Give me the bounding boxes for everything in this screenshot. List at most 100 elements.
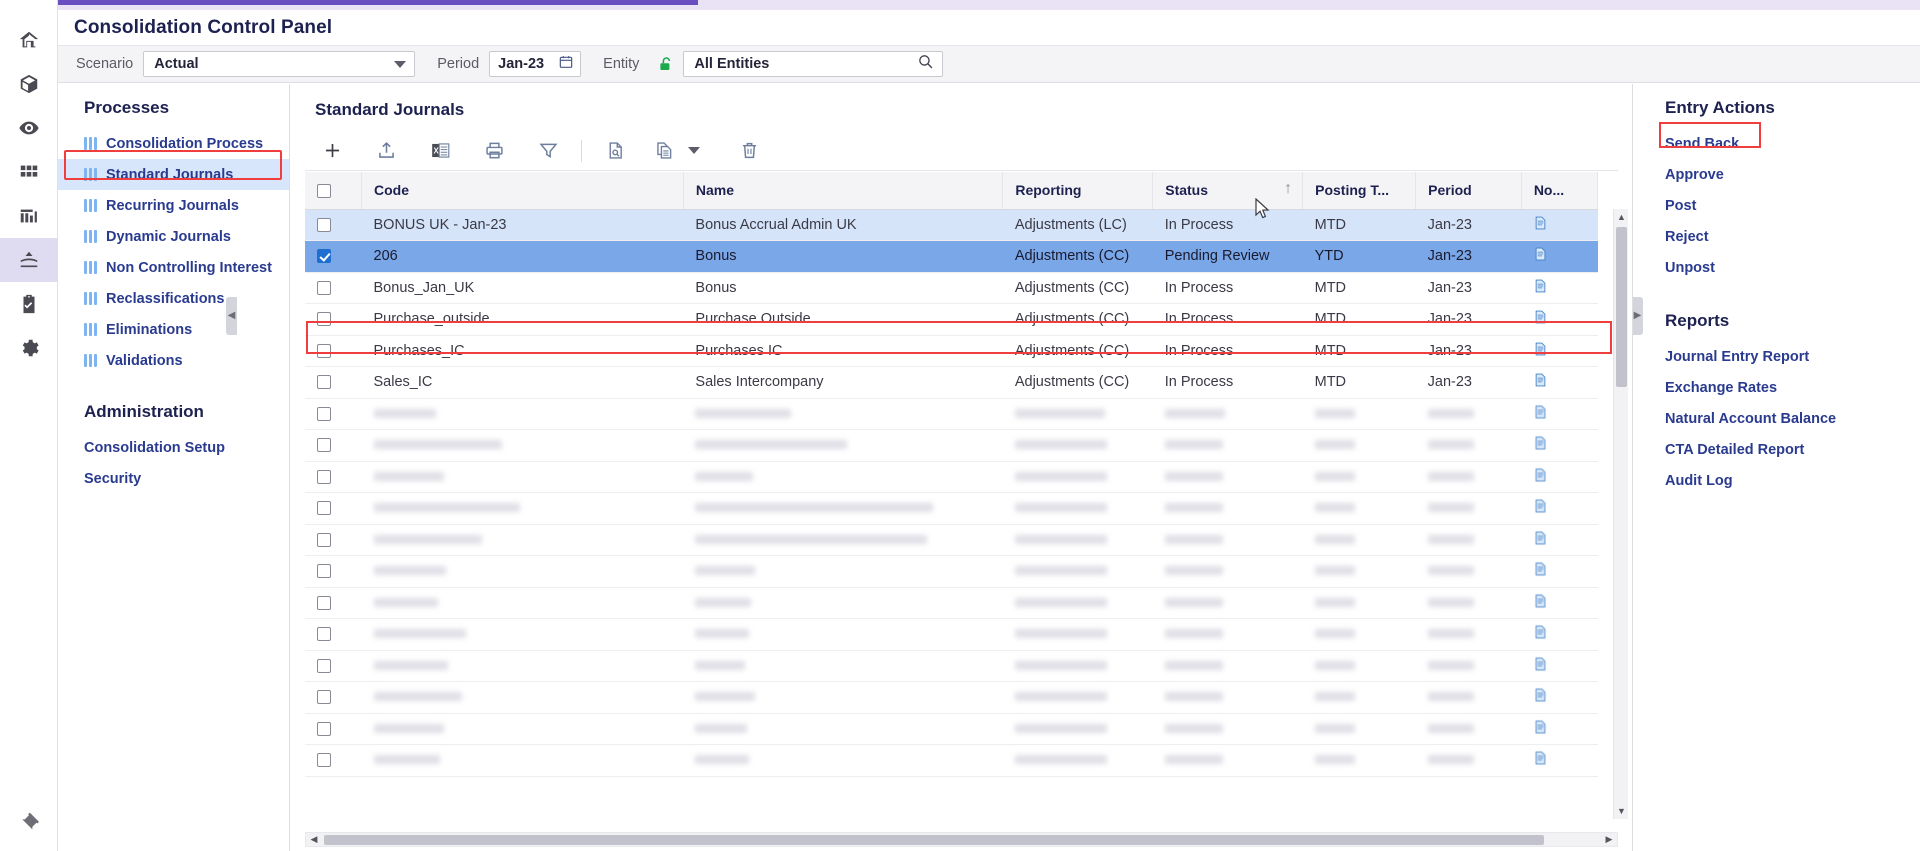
row-checkbox[interactable] xyxy=(317,217,331,232)
period-input[interactable]: Jan-23 xyxy=(489,51,582,77)
table-row[interactable] xyxy=(305,429,1598,462)
grid-horizontal-scrollbar[interactable]: ◀ ▶ xyxy=(305,832,1618,847)
print-button[interactable] xyxy=(467,131,521,171)
column-header-notes[interactable]: No... xyxy=(1521,172,1599,210)
row-checkbox[interactable] xyxy=(317,249,331,264)
entry-action-send-back[interactable]: Send Back xyxy=(1643,128,1920,159)
table-row[interactable] xyxy=(305,461,1598,493)
sidebar-item-validations[interactable]: Validations xyxy=(58,345,289,376)
unlock-icon[interactable] xyxy=(657,55,675,73)
clipboard-check-icon[interactable] xyxy=(0,282,58,326)
row-checkbox[interactable] xyxy=(317,406,331,421)
table-row[interactable] xyxy=(305,713,1598,745)
note-document-icon[interactable] xyxy=(1533,404,1548,424)
scroll-down-arrow-icon[interactable]: ▼ xyxy=(1614,803,1629,819)
note-document-icon[interactable] xyxy=(1533,498,1548,518)
table-row[interactable]: Purchases_IC Purchases IC Adjustments (C… xyxy=(305,335,1598,367)
column-header-code[interactable]: Code xyxy=(361,172,684,210)
note-document-icon[interactable] xyxy=(1533,719,1548,739)
note-document-icon[interactable] xyxy=(1533,530,1548,550)
note-document-icon[interactable] xyxy=(1533,372,1548,392)
row-checkbox[interactable] xyxy=(317,532,331,547)
row-checkbox[interactable] xyxy=(317,312,331,327)
sidebar-item-consolidation-setup[interactable]: Consolidation Setup xyxy=(58,432,289,463)
table-row[interactable]: BONUS UK - Jan-23 Bonus Accrual Admin UK… xyxy=(305,209,1598,241)
scenario-select[interactable]: Actual xyxy=(143,51,416,77)
entry-action-post[interactable]: Post xyxy=(1643,190,1920,221)
report-natural-account-balance[interactable]: Natural Account Balance xyxy=(1643,403,1920,434)
row-checkbox[interactable] xyxy=(317,658,331,673)
note-document-icon[interactable] xyxy=(1533,309,1548,329)
row-checkbox[interactable] xyxy=(317,438,331,453)
sidebar-item-non-controlling-interest[interactable]: Non Controlling Interest xyxy=(58,252,289,283)
table-row[interactable]: Sales_IC Sales Intercompany Adjustments … xyxy=(305,366,1598,399)
cube-icon[interactable] xyxy=(0,62,58,106)
report-audit-log[interactable]: Audit Log xyxy=(1643,465,1920,496)
column-header-name[interactable]: Name xyxy=(683,172,1004,210)
eye-icon[interactable] xyxy=(0,106,58,150)
table-row[interactable] xyxy=(305,744,1598,777)
note-document-icon[interactable] xyxy=(1533,561,1548,581)
collapse-left-panel-button[interactable]: ◀ xyxy=(226,297,237,335)
entry-action-reject[interactable]: Reject xyxy=(1643,221,1920,252)
horizontal-scroll-thumb[interactable] xyxy=(324,835,1544,845)
scroll-left-arrow-icon[interactable]: ◀ xyxy=(306,833,322,846)
table-row[interactable]: 206 Bonus Adjustments (CC) Pending Revie… xyxy=(305,240,1598,273)
pin-icon[interactable] xyxy=(0,811,58,831)
table-row[interactable]: Bonus_Jan_UK Bonus Adjustments (CC) In P… xyxy=(305,272,1598,304)
table-row[interactable] xyxy=(305,681,1598,714)
row-checkbox[interactable] xyxy=(317,375,331,390)
note-document-icon[interactable] xyxy=(1533,593,1548,613)
delete-button[interactable] xyxy=(722,131,776,171)
sidebar-item-recurring-journals[interactable]: Recurring Journals xyxy=(58,190,289,221)
row-checkbox[interactable] xyxy=(317,690,331,705)
note-document-icon[interactable] xyxy=(1533,246,1548,266)
view-details-button[interactable] xyxy=(588,131,642,171)
table-row[interactable] xyxy=(305,524,1598,556)
column-header-posting-type[interactable]: Posting T... xyxy=(1302,172,1417,210)
sidebar-item-standard-journals[interactable]: Standard Journals xyxy=(58,159,289,190)
row-checkbox[interactable] xyxy=(317,469,331,484)
entry-action-unpost[interactable]: Unpost xyxy=(1643,252,1920,283)
search-icon[interactable] xyxy=(917,53,934,75)
collapse-right-panel-button[interactable]: ▶ xyxy=(1632,297,1643,335)
row-checkbox[interactable] xyxy=(317,343,331,358)
grid-icon[interactable] xyxy=(0,150,58,194)
note-document-icon[interactable] xyxy=(1533,341,1548,361)
row-checkbox[interactable] xyxy=(317,501,331,516)
select-all-checkbox[interactable] xyxy=(317,184,331,199)
scroll-up-arrow-icon[interactable]: ▲ xyxy=(1614,209,1629,225)
grid-vertical-scrollbar[interactable]: ▲ ▼ xyxy=(1613,209,1628,819)
table-row[interactable] xyxy=(305,650,1598,682)
row-checkbox[interactable] xyxy=(317,595,331,610)
report-journal-entry-report[interactable]: Journal Entry Report xyxy=(1643,341,1920,372)
sidebar-item-reclassifications[interactable]: Reclassifications xyxy=(58,283,289,314)
note-document-icon[interactable] xyxy=(1533,687,1548,707)
report-exchange-rates[interactable]: Exchange Rates xyxy=(1643,372,1920,403)
table-row[interactable] xyxy=(305,398,1598,430)
entry-action-approve[interactable]: Approve xyxy=(1643,159,1920,190)
note-document-icon[interactable] xyxy=(1533,278,1548,298)
note-document-icon[interactable] xyxy=(1533,624,1548,644)
table-row[interactable]: Purchase_outside Purchase Outside Adjust… xyxy=(305,303,1598,336)
sidebar-item-dynamic-journals[interactable]: Dynamic Journals xyxy=(58,221,289,252)
note-document-icon[interactable] xyxy=(1533,215,1548,235)
sidebar-item-eliminations[interactable]: Eliminations xyxy=(58,314,289,345)
import-button[interactable] xyxy=(359,131,413,171)
column-header-period[interactable]: Period xyxy=(1415,172,1522,210)
add-button[interactable] xyxy=(305,131,359,171)
export-excel-button[interactable]: X xyxy=(413,131,467,171)
table-row[interactable] xyxy=(305,618,1598,651)
note-document-icon[interactable] xyxy=(1533,467,1548,487)
row-checkbox[interactable] xyxy=(317,280,331,295)
sidebar-item-security[interactable]: Security xyxy=(58,463,289,494)
row-checkbox[interactable] xyxy=(317,627,331,642)
table-row[interactable] xyxy=(305,587,1598,619)
gear-icon[interactable] xyxy=(0,326,58,370)
home-icon[interactable] xyxy=(0,18,58,62)
note-document-icon[interactable] xyxy=(1533,656,1548,676)
table-row[interactable] xyxy=(305,492,1598,525)
consolidation-icon[interactable] xyxy=(0,238,58,282)
bar-chart-icon[interactable] xyxy=(0,194,58,238)
calendar-icon[interactable] xyxy=(558,54,574,75)
